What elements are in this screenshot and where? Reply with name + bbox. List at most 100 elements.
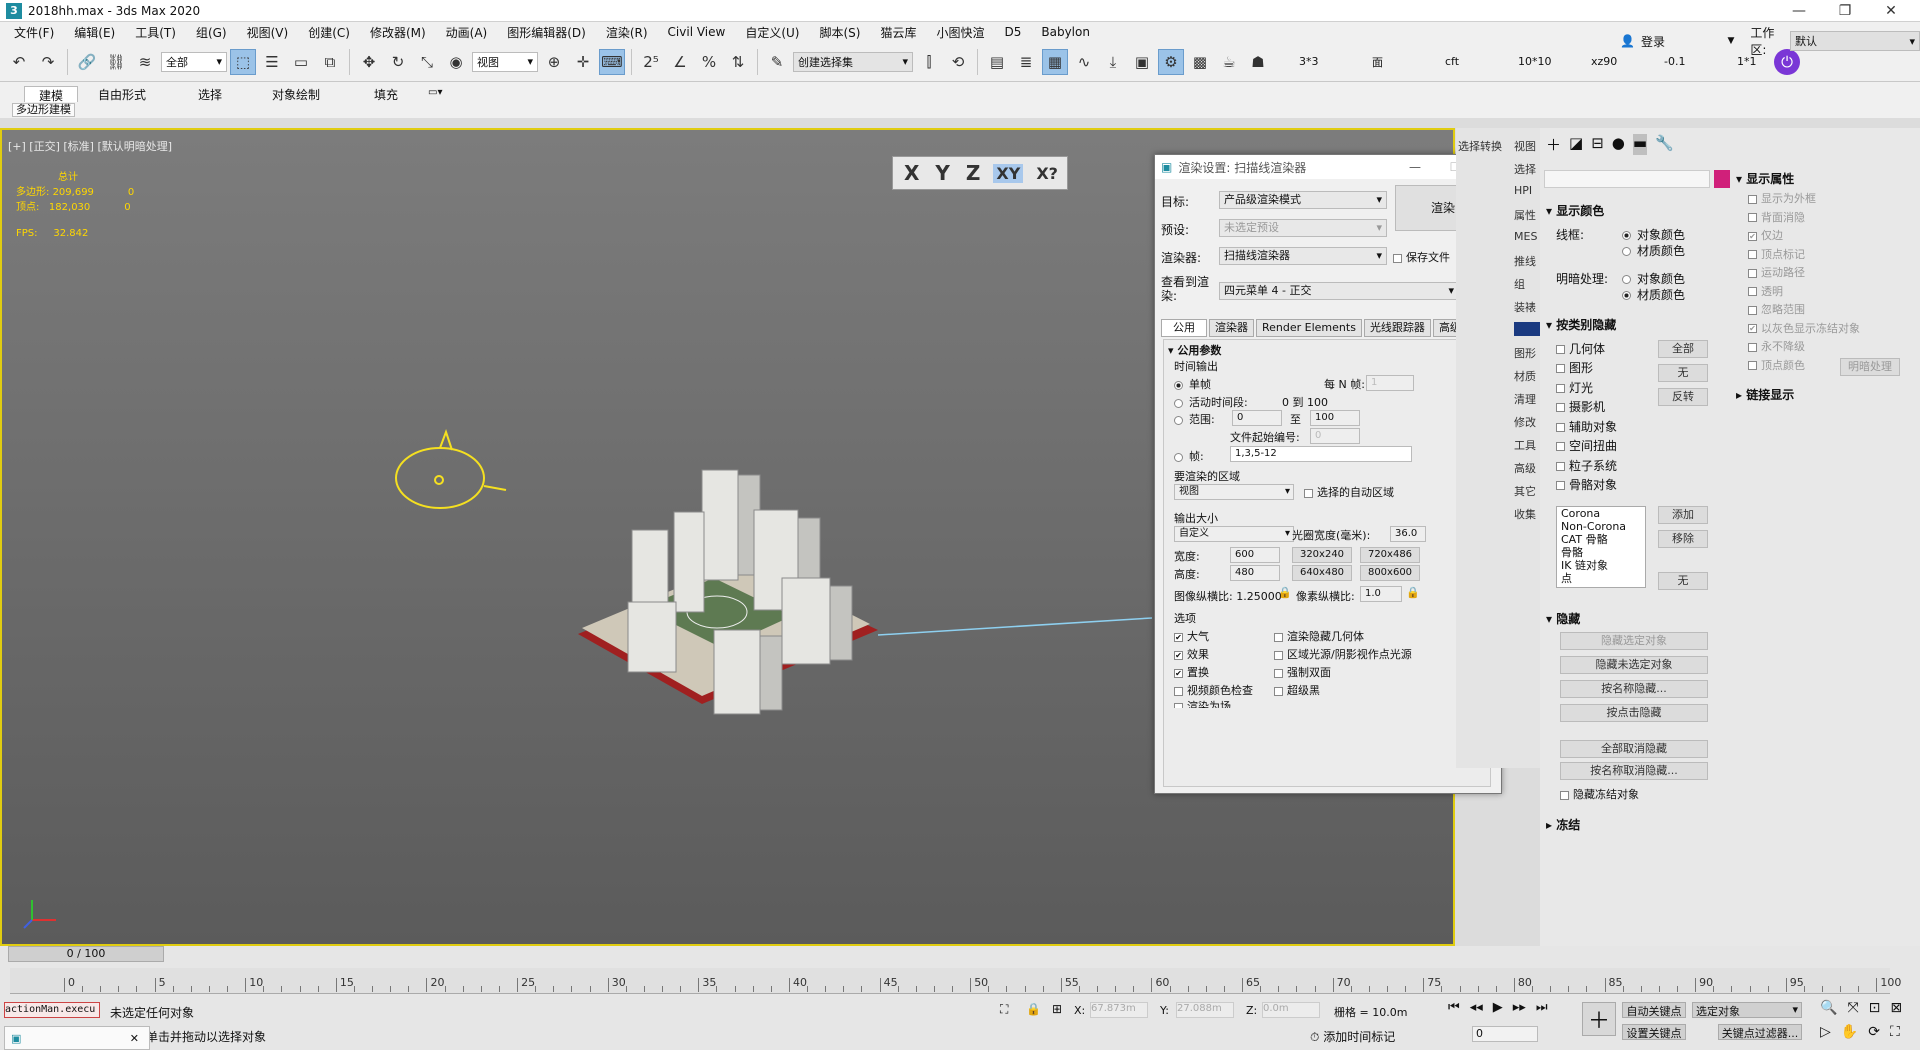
- remove-button[interactable]: 移除: [1658, 530, 1708, 548]
- area-dropdown[interactable]: 视图 ▾: [1174, 484, 1294, 500]
- freeze-rollout[interactable]: ▸ 冻结: [1546, 816, 1580, 833]
- strip-color-swatch[interactable]: [1514, 322, 1540, 336]
- section-header[interactable]: ▾ 公用参数: [1168, 342, 1221, 358]
- dp-display-as-box[interactable]: 显示为外框: [1748, 190, 1860, 209]
- orbit-icon[interactable]: ⟳: [1868, 1024, 1880, 1040]
- layer-explorer-icon[interactable]: ≣: [1013, 49, 1039, 75]
- menu-rendering[interactable]: 渲染(R): [596, 24, 658, 41]
- snaps-toggle-icon[interactable]: 2⁵: [638, 49, 664, 75]
- none-button[interactable]: 无: [1658, 364, 1708, 382]
- render-production-icon[interactable]: ☕: [1216, 49, 1242, 75]
- minimize-icon[interactable]: —: [1395, 160, 1435, 174]
- undo-icon[interactable]: ↶: [6, 49, 32, 75]
- field-of-view-icon[interactable]: ▷: [1820, 1024, 1831, 1040]
- window-crossing-icon[interactable]: ⧉: [317, 49, 343, 75]
- strip-button-tools[interactable]: 工具: [1514, 437, 1536, 453]
- cat-spacewarps[interactable]: 空间扭曲: [1556, 437, 1617, 454]
- pixel-aspect-field[interactable]: 1.0: [1360, 586, 1402, 602]
- mirror-icon[interactable]: ⫿: [916, 49, 942, 75]
- ribbon-options-icon[interactable]: ▭▾: [428, 87, 442, 98]
- strip-button-hpi[interactable]: HPI: [1514, 184, 1532, 197]
- login-button[interactable]: 登录: [1641, 33, 1722, 50]
- option-render-hidden[interactable]: 渲染隐藏几何体: [1274, 628, 1364, 644]
- invert-button[interactable]: 反转: [1658, 388, 1708, 406]
- cat-bones[interactable]: 骨骼对象: [1556, 476, 1617, 493]
- ribbon-tab-modeling[interactable]: 建模: [24, 86, 79, 103]
- wire-material-color-radio[interactable]: 材质颜色: [1622, 242, 1685, 259]
- create-tab-icon[interactable]: ＋: [1546, 134, 1561, 155]
- object-name-field[interactable]: [1544, 170, 1710, 188]
- cat-geometry[interactable]: 几何体: [1556, 340, 1605, 357]
- tab-raytracer[interactable]: 光线跟踪器: [1363, 319, 1431, 337]
- script-button-cft[interactable]: cft: [1445, 55, 1515, 68]
- percent-snap-icon[interactable]: %: [696, 49, 722, 75]
- cat-cameras[interactable]: 摄影机: [1556, 398, 1605, 415]
- key-selection-dropdown[interactable]: 选定对象 ▾: [1692, 1002, 1802, 1018]
- strip-button-clean[interactable]: 清理: [1514, 391, 1536, 407]
- align-icon[interactable]: ⟲: [945, 49, 971, 75]
- curve-editor-icon[interactable]: ∿: [1071, 49, 1097, 75]
- size-800x600-button[interactable]: 800x600: [1360, 565, 1420, 581]
- next-frame-icon[interactable]: ▸▸: [1513, 1000, 1526, 1015]
- add-time-tag[interactable]: ⏱ 添加时间标记: [1310, 1028, 1395, 1045]
- menu-modifiers[interactable]: 修改器(M): [360, 24, 436, 41]
- strip-button-select[interactable]: 选择: [1514, 161, 1536, 177]
- render-iterative-icon[interactable]: ☗: [1245, 49, 1271, 75]
- workspace-dropdown[interactable]: 默认 ▾: [1790, 31, 1920, 51]
- save-file-checkbox[interactable]: 保存文件: [1393, 249, 1450, 265]
- strip-button-material[interactable]: 材质: [1514, 368, 1536, 384]
- named-selection-dropdown[interactable]: 创建选择集 ▾: [793, 51, 913, 72]
- absolute-mode-icon[interactable]: ⊞: [1052, 1002, 1062, 1016]
- wire-object-color-radio[interactable]: 对象颜色: [1622, 226, 1685, 243]
- tab-common[interactable]: 公用: [1161, 319, 1207, 337]
- option-effects[interactable]: ✔ 效果: [1174, 646, 1209, 662]
- rect-selection-icon[interactable]: ▭: [288, 49, 314, 75]
- cat-shapes[interactable]: 图形: [1556, 359, 1593, 376]
- target-dropdown[interactable]: 产品级渲染模式 ▾: [1219, 191, 1387, 209]
- bind-spacewarp-icon[interactable]: ≋: [132, 49, 158, 75]
- all-button[interactable]: 全部: [1658, 340, 1708, 358]
- menu-tools[interactable]: 工具(T): [125, 24, 186, 41]
- prev-frame-icon[interactable]: ◂◂: [1470, 1000, 1483, 1015]
- zoom-icon[interactable]: 🔍: [1820, 1000, 1837, 1016]
- menu-customize[interactable]: 自定义(U): [735, 24, 809, 41]
- shaded-material-color-radio[interactable]: 材质颜色: [1622, 286, 1685, 303]
- ribbon-tab-selection[interactable]: 选择: [184, 86, 236, 102]
- size-preset-dropdown[interactable]: 自定义 ▾: [1174, 526, 1294, 542]
- key-filters-button[interactable]: 关键点过滤器...: [1718, 1024, 1802, 1040]
- menu-scripting[interactable]: 脚本(S): [809, 24, 870, 41]
- y-field[interactable]: 27.088m: [1176, 1002, 1234, 1018]
- user-icon[interactable]: 👤: [1620, 34, 1635, 48]
- menu-maoyun[interactable]: 猫云库: [870, 24, 926, 41]
- unlink-icon[interactable]: ⛓: [103, 49, 129, 75]
- redo-icon[interactable]: ↷: [35, 49, 61, 75]
- menu-view[interactable]: 视图(V): [237, 24, 299, 41]
- strip-button-props[interactable]: 属性: [1514, 207, 1536, 223]
- category-list[interactable]: Corona Non-Corona CAT 骨骼 骨骼 IK 链对象 点: [1556, 506, 1646, 588]
- hide-by-hit-button[interactable]: 按点击隐藏: [1560, 704, 1708, 722]
- close-icon[interactable]: ✕: [130, 1032, 139, 1045]
- size-720x486-button[interactable]: 720x486: [1360, 547, 1420, 563]
- strip-button-shape[interactable]: 图形: [1514, 345, 1536, 361]
- strip-button-group[interactable]: 组: [1514, 276, 1525, 292]
- auto-key-button[interactable]: 自动关键点: [1622, 1002, 1686, 1018]
- x-field[interactable]: 67.873m: [1090, 1002, 1148, 1018]
- select-manipulate-icon[interactable]: ✛: [570, 49, 596, 75]
- hide-unselected-button[interactable]: 隐藏未选定对象: [1560, 656, 1708, 674]
- dp-never-degrade[interactable]: 永不降级: [1748, 338, 1860, 357]
- close-icon[interactable]: ✕: [1868, 3, 1914, 19]
- dp-ignore-extents[interactable]: 忽略范围: [1748, 301, 1860, 320]
- option-video-color-check[interactable]: 视频颜色检查: [1174, 682, 1253, 698]
- tab-renderer[interactable]: 渲染器: [1209, 319, 1254, 337]
- edit-named-sel-icon[interactable]: ✎: [764, 49, 790, 75]
- tab-render-elements[interactable]: Render Elements: [1256, 319, 1362, 337]
- selection-lock-icon[interactable]: 🔒: [1026, 1002, 1041, 1016]
- dp-trajectory[interactable]: 运动路径: [1748, 264, 1860, 283]
- size-640x480-button[interactable]: 640x480: [1292, 565, 1352, 581]
- reference-coord-dropdown[interactable]: 视图 ▾: [472, 51, 538, 72]
- preset-dropdown[interactable]: 未选定预设 ▾: [1219, 219, 1387, 237]
- active-segment-radio[interactable]: 活动时间段:: [1174, 394, 1248, 410]
- single-radio[interactable]: 单帧: [1174, 376, 1211, 392]
- angle-snap-icon[interactable]: ∠: [667, 49, 693, 75]
- cat-particles[interactable]: 粒子系统: [1556, 457, 1617, 474]
